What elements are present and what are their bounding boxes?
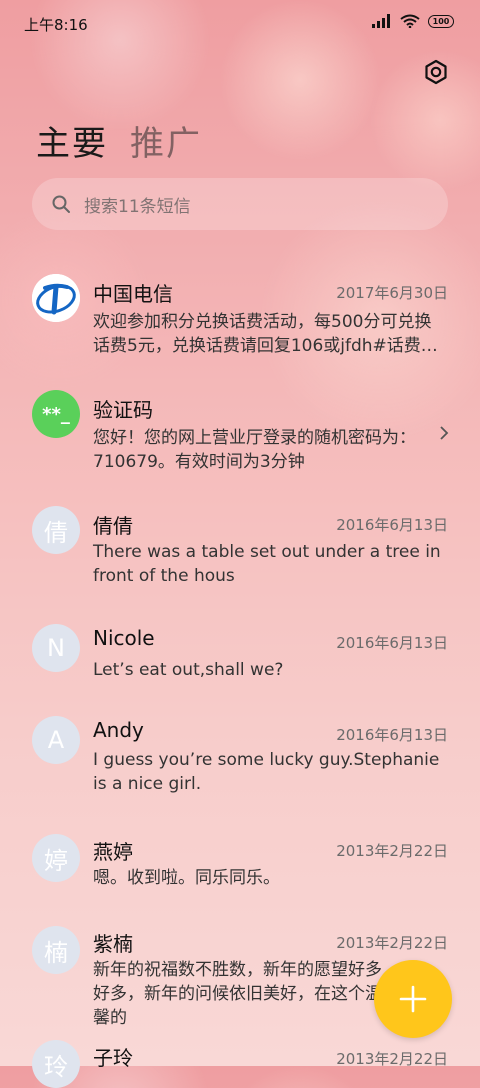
status-icons: 100 bbox=[372, 14, 454, 28]
contact-name: 倩倩 bbox=[93, 514, 133, 538]
message-preview: I guess you’re some lucky guy.Stephanie … bbox=[93, 750, 440, 794]
tab-promotion[interactable]: 推广 bbox=[130, 116, 202, 165]
message-preview: 您好！您的网上营业厅登录的随机密码为：710679。有效时间为3分钟 bbox=[93, 428, 416, 472]
message-date: 2016年6月13日 bbox=[336, 516, 448, 534]
china-telecom-logo-icon bbox=[32, 274, 80, 322]
tab-primary[interactable]: 主要 bbox=[36, 116, 108, 165]
message-date: 2017年6月30日 bbox=[336, 284, 448, 302]
contact-avatar: 玲 bbox=[32, 1040, 80, 1088]
search-icon bbox=[52, 195, 70, 213]
message-date: 2013年2月22日 bbox=[336, 934, 448, 952]
contact-name: Nicole bbox=[93, 626, 155, 650]
plus-icon bbox=[399, 985, 427, 1013]
contact-name: 燕婷 bbox=[93, 840, 133, 864]
message-preview: Let’s eat out,shall we? bbox=[93, 660, 284, 680]
battery-icon: 100 bbox=[428, 14, 454, 28]
new-message-button[interactable] bbox=[374, 960, 452, 1038]
message-preview: 嗯。收到啦。同乐同乐。 bbox=[93, 868, 280, 888]
message-date: 2013年2月22日 bbox=[336, 842, 448, 860]
message-preview: 欢迎参加积分兑换话费活动，每500分可兑换话费5元，兑换话费请回复106或jfd… bbox=[93, 312, 438, 356]
message-date: 2016年6月13日 bbox=[336, 726, 448, 744]
chevron-right-icon[interactable] bbox=[438, 424, 450, 442]
contact-avatar: A bbox=[32, 716, 80, 764]
contact-name: 子玲 bbox=[93, 1046, 133, 1070]
search-bar[interactable]: 搜索11条短信 bbox=[32, 178, 448, 230]
search-placeholder: 搜索11条短信 bbox=[84, 196, 191, 217]
contact-name: 紫楠 bbox=[93, 932, 133, 956]
status-time: 上午8:16 bbox=[24, 16, 88, 34]
signal-icon bbox=[372, 14, 390, 28]
message-date: 2016年6月13日 bbox=[336, 634, 448, 652]
wifi-icon bbox=[400, 14, 420, 28]
contact-name: Andy bbox=[93, 718, 144, 742]
tab-bar: 主要 推广 bbox=[36, 116, 202, 165]
contact-name: 验证码 bbox=[93, 398, 153, 422]
contact-avatar: 倩 bbox=[32, 506, 80, 554]
message-preview: 新年的祝福数不胜数，新年的愿望好多好多，新年的问候依旧美好，在这个温馨的 bbox=[93, 960, 382, 1028]
contact-avatar: 楠 bbox=[32, 926, 80, 974]
contact-avatar: N bbox=[32, 624, 80, 672]
verification-code-avatar: **_ bbox=[32, 390, 80, 438]
battery-level: 100 bbox=[432, 16, 450, 26]
settings-icon[interactable] bbox=[422, 58, 450, 86]
message-preview: There was a table set out under a tree i… bbox=[93, 542, 441, 586]
contact-name: 中国电信 bbox=[93, 282, 173, 306]
contact-avatar: 婷 bbox=[32, 834, 80, 882]
status-bar: 上午8:16 100 bbox=[0, 0, 480, 44]
